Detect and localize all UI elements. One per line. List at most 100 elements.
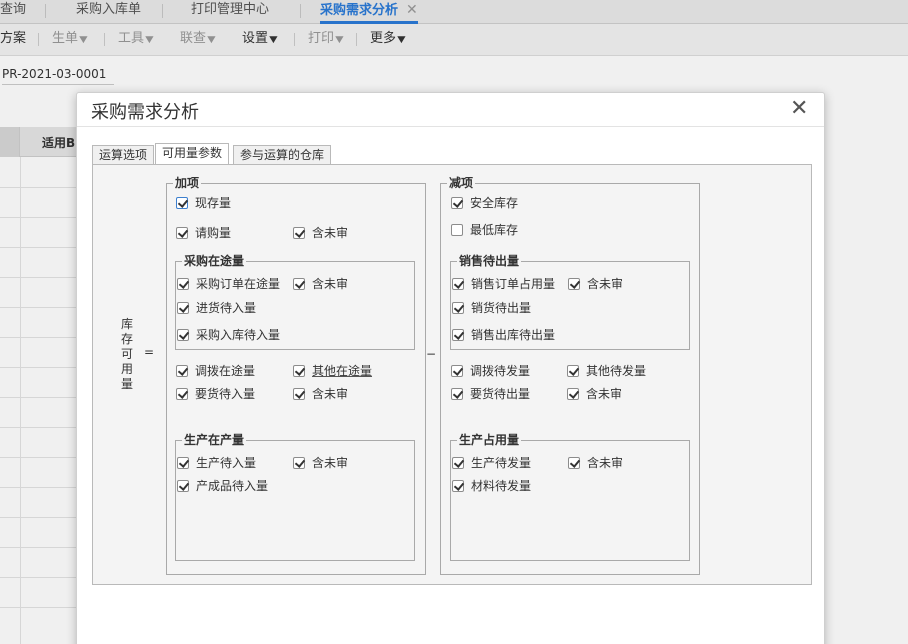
checkbox-icon xyxy=(568,277,580,290)
checkbox-icon xyxy=(293,226,305,239)
checkbox-label: 销货待出量 xyxy=(471,301,532,315)
checkbox-purchase-order-in-transit[interactable]: 采购订单在途量 xyxy=(177,276,280,292)
checkbox-requisition-include-unapproved[interactable]: 含未审 xyxy=(293,386,348,402)
dialog-title: 采购需求分析 xyxy=(91,102,199,123)
checkbox-label: 生产待入量 xyxy=(196,456,257,470)
formula-char: 库 xyxy=(120,317,133,331)
checkbox-purchase-order-include-unapproved[interactable]: 含未审 xyxy=(293,276,348,292)
group-title: 采购在途量 xyxy=(182,254,247,268)
checkbox-other-pending-out[interactable]: 其他待发量 xyxy=(567,363,646,379)
group-title: 减项 xyxy=(447,176,476,190)
group-title: 销售待出量 xyxy=(457,254,522,268)
checkbox-label: 含未审 xyxy=(587,456,624,470)
production-occupied-group: 生产占用量 生产待发量 含未审 材料待发量 xyxy=(450,433,690,561)
checkbox-icon xyxy=(176,364,188,377)
checkbox-label: 材料待发量 xyxy=(471,479,532,493)
checkbox-production-pending-issue[interactable]: 生产待发量 xyxy=(452,455,531,471)
checkbox-xianchunliang[interactable]: 现存量 xyxy=(176,195,231,211)
formula-char: 存 xyxy=(120,332,133,346)
checkbox-icon xyxy=(452,301,464,314)
checkbox-label: 最低库存 xyxy=(470,223,519,237)
checkbox-other-in-transit[interactable]: 其他在途量 xyxy=(293,363,372,379)
checkbox-icon xyxy=(176,196,188,209)
checkbox-label: 其他在途量 xyxy=(312,364,373,378)
checkbox-minimum-stock[interactable]: 最低库存 xyxy=(451,222,518,238)
checkbox-transfer-in-transit[interactable]: 调拨在途量 xyxy=(176,363,255,379)
checkbox-icon xyxy=(176,226,188,239)
checkbox-qinggou-include-unapproved[interactable]: 含未审 xyxy=(293,225,348,241)
checkbox-label: 含未审 xyxy=(586,387,623,401)
checkbox-requisition-pending-out[interactable]: 要货待出量 xyxy=(451,386,530,402)
checkbox-icon xyxy=(177,277,189,290)
checkbox-icon xyxy=(177,479,189,492)
available-qty-panel: 库 存 可 用 量 = − 加项 现存量 请购量 含未审 采购在途量 采购订单在… xyxy=(92,164,812,585)
checkbox-label: 其他待发量 xyxy=(586,364,647,378)
checkbox-icon xyxy=(568,456,580,469)
checkbox-label: 含未审 xyxy=(587,277,624,291)
checkbox-icon xyxy=(451,364,463,377)
checkbox-label: 销售出库待出量 xyxy=(471,328,556,342)
checkbox-label: 进货待入量 xyxy=(196,301,257,315)
close-icon[interactable]: ✕ xyxy=(790,96,808,121)
checkbox-label: 现存量 xyxy=(195,196,232,210)
checkbox-label: 生产待发量 xyxy=(471,456,532,470)
formula-char: 可 xyxy=(120,347,133,361)
checkbox-label: 请购量 xyxy=(195,226,232,240)
checkbox-finished-goods-pending-receipt[interactable]: 产成品待入量 xyxy=(177,478,268,494)
checkbox-label: 含未审 xyxy=(312,226,349,240)
checkbox-production-pending-receipt[interactable]: 生产待入量 xyxy=(177,455,256,471)
checkbox-icon xyxy=(293,277,305,290)
production-in-process-group: 生产在产量 生产待入量 含未审 产成品待入量 xyxy=(175,433,415,561)
checkbox-icon xyxy=(176,387,188,400)
tab-available-qty-params[interactable]: 可用量参数 xyxy=(155,143,230,165)
checkbox-sales-order-include-unapproved[interactable]: 含未审 xyxy=(568,276,623,292)
checkbox-icon xyxy=(452,456,464,469)
checkbox-qinggouliang[interactable]: 请购量 xyxy=(176,225,231,241)
add-items-group: 加项 现存量 请购量 含未审 采购在途量 采购订单在途量 含未审 进货待入量 采… xyxy=(166,176,426,575)
checkbox-label: 产成品待入量 xyxy=(196,479,269,493)
checkbox-purchase-receipt-pending[interactable]: 采购入库待入量 xyxy=(177,327,280,343)
checkbox-safety-stock[interactable]: 安全库存 xyxy=(451,195,518,211)
tab-calc-options[interactable]: 运算选项 xyxy=(92,145,155,165)
formula-char: 用 xyxy=(120,362,133,376)
checkbox-icon xyxy=(293,456,305,469)
checkbox-requisition-out-include-unapproved[interactable]: 含未审 xyxy=(567,386,622,402)
checkbox-label: 采购入库待入量 xyxy=(196,328,281,342)
checkbox-icon xyxy=(452,328,464,341)
checkbox-label: 销售订单占用量 xyxy=(471,277,556,291)
checkbox-label: 调拨在途量 xyxy=(195,364,256,378)
subtract-items-group: 减项 安全库存 最低库存 销售待出量 销售订单占用量 含未审 销货待出量 销售出… xyxy=(440,176,700,575)
checkbox-production-include-unapproved[interactable]: 含未审 xyxy=(293,455,348,471)
checkbox-icon xyxy=(451,196,463,209)
checkbox-icon xyxy=(293,387,305,400)
checkbox-icon xyxy=(177,301,189,314)
checkbox-label: 采购订单在途量 xyxy=(196,277,281,291)
checkbox-sales-pending-out[interactable]: 销货待出量 xyxy=(452,300,531,316)
formula-char: 量 xyxy=(120,377,133,391)
checkbox-icon xyxy=(177,328,189,341)
group-title: 加项 xyxy=(173,176,202,190)
sales-pending-out-group: 销售待出量 销售订单占用量 含未审 销货待出量 销售出库待出量 xyxy=(450,254,690,350)
checkbox-icon xyxy=(293,364,305,377)
checkbox-icon xyxy=(451,387,463,400)
checkbox-transfer-pending-out[interactable]: 调拨待发量 xyxy=(451,363,530,379)
checkbox-icon xyxy=(567,364,579,377)
checkbox-icon xyxy=(452,277,464,290)
checkbox-label: 要货待出量 xyxy=(470,387,531,401)
checkbox-sales-order-occupied[interactable]: 销售订单占用量 xyxy=(452,276,555,292)
group-title: 生产在产量 xyxy=(182,433,247,447)
checkbox-icon xyxy=(451,223,463,236)
minus-sign: − xyxy=(426,347,437,361)
purchase-in-transit-group: 采购在途量 采购订单在途量 含未审 进货待入量 采购入库待入量 xyxy=(175,254,415,350)
checkbox-goods-pending-receipt[interactable]: 进货待入量 xyxy=(177,300,256,316)
checkbox-label: 要货待入量 xyxy=(195,387,256,401)
checkbox-icon xyxy=(177,456,189,469)
checkbox-label: 调拨待发量 xyxy=(470,364,531,378)
checkbox-sales-outbound-pending[interactable]: 销售出库待出量 xyxy=(452,327,555,343)
checkbox-production-issue-include-unapproved[interactable]: 含未审 xyxy=(568,455,623,471)
checkbox-requisition-pending-receipt[interactable]: 要货待入量 xyxy=(176,386,255,402)
checkbox-material-pending-issue[interactable]: 材料待发量 xyxy=(452,478,531,494)
group-title: 生产占用量 xyxy=(457,433,522,447)
tab-warehouses[interactable]: 参与运算的仓库 xyxy=(233,145,332,165)
dialog-title-divider xyxy=(77,126,824,127)
